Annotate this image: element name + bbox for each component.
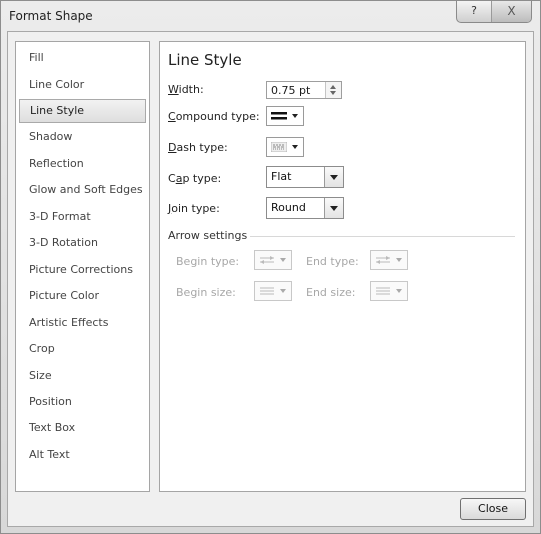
chevron-down-icon [292,114,298,118]
arrow-size-icon [376,287,390,295]
cap-type-dropdown-button[interactable] [324,167,343,187]
arrow-type-icon [376,256,390,264]
sidebar-item-3d-rotation[interactable]: 3-D Rotation [19,231,146,255]
dash-type-dropdown[interactable] [266,137,304,157]
title-bar-buttons: ? X [456,1,532,23]
sidebar-item-line-style[interactable]: Line Style [19,99,146,123]
section-title: Line Style [168,51,242,69]
cap-type-select[interactable]: Flat [266,166,344,188]
begin-type-label: Begin type: [176,255,240,268]
end-size-dropdown[interactable] [370,281,408,301]
cap-type-value: Flat [271,170,292,183]
help-button[interactable]: ? [457,1,492,22]
title-bar: Format Shape ? X [1,1,540,31]
end-type-label: End type: [306,255,359,268]
chevron-down-icon [330,206,338,211]
chevron-down-icon [396,289,402,293]
sidebar-item-picture-color[interactable]: Picture Color [19,284,146,308]
join-type-select[interactable]: Round [266,197,344,219]
compound-type-dropdown[interactable] [266,106,304,126]
category-list: Fill Line Color Line Style Shadow Reflec… [15,41,150,492]
sidebar-item-position[interactable]: Position [19,390,146,414]
spin-up-icon [330,85,336,89]
compound-type-label: Compound type: [168,110,260,123]
width-value: 0.75 pt [271,84,311,97]
sidebar-item-picture-corrections[interactable]: Picture Corrections [19,258,146,282]
sidebar-item-size[interactable]: Size [19,364,146,388]
spin-down-icon [330,91,336,95]
dialog-title: Format Shape [9,9,93,23]
end-type-dropdown[interactable] [370,250,408,270]
sidebar-item-3d-format[interactable]: 3-D Format [19,205,146,229]
chevron-down-icon [292,145,298,149]
cap-type-label: Cap type: [168,172,222,185]
sidebar-item-text-box[interactable]: Text Box [19,416,146,440]
line-style-panel: Line Style Width: 0.75 pt Compound type:… [159,41,526,492]
begin-size-dropdown[interactable] [254,281,292,301]
chevron-down-icon [330,175,338,180]
begin-type-dropdown[interactable] [254,250,292,270]
arrow-settings-heading: Arrow settings [168,229,248,242]
chevron-down-icon [396,258,402,262]
sidebar-item-shadow[interactable]: Shadow [19,125,146,149]
sidebar-item-glow-and-soft-edges[interactable]: Glow and Soft Edges [19,178,146,202]
end-size-label: End size: [306,286,356,299]
join-type-value: Round [271,201,306,214]
arrow-size-icon [260,287,274,295]
format-shape-dialog: Format Shape ? X Fill Line Color Line St… [0,0,541,534]
arrow-settings-divider [250,236,515,237]
double-line-icon [271,112,287,120]
join-type-dropdown-button[interactable] [324,198,343,218]
close-icon: X [507,4,516,18]
dash-pattern-icon [271,142,287,152]
arrow-type-icon [260,256,274,264]
sidebar-item-crop[interactable]: Crop [19,337,146,361]
sidebar-item-line-color[interactable]: Line Color [19,73,146,97]
width-spin-arrows[interactable] [325,82,341,98]
close-window-button[interactable]: X [492,1,531,22]
width-label: Width: [168,83,204,96]
sidebar-item-alt-text[interactable]: Alt Text [19,443,146,467]
chevron-down-icon [280,258,286,262]
chevron-down-icon [280,289,286,293]
sidebar-item-reflection[interactable]: Reflection [19,152,146,176]
begin-size-label: Begin size: [176,286,236,299]
help-icon: ? [471,4,477,17]
width-spinner[interactable]: 0.75 pt [266,81,342,99]
sidebar-item-fill[interactable]: Fill [19,46,146,70]
dash-type-label: Dash type: [168,141,228,154]
join-type-label: Join type: [168,202,220,215]
close-button[interactable]: Close [460,498,526,520]
sidebar-item-artistic-effects[interactable]: Artistic Effects [19,311,146,335]
